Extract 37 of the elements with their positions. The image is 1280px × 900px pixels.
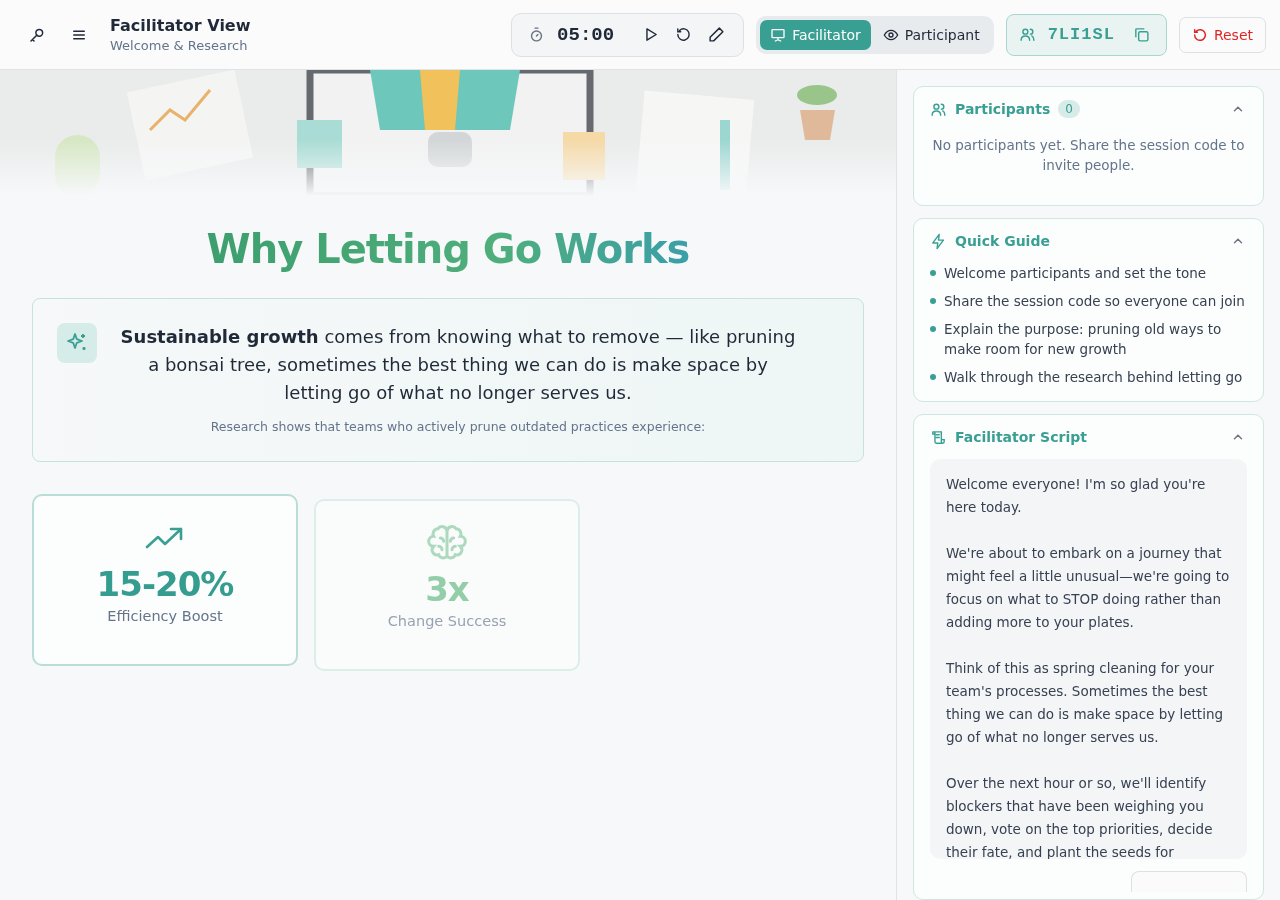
bullet-icon	[930, 270, 936, 276]
users-icon	[930, 100, 947, 118]
timer-display: 05:00	[557, 23, 615, 46]
stat-value: 3x	[425, 569, 469, 609]
mode-tab[interactable]: Facilitator	[760, 19, 871, 50]
sparkles-icon	[57, 323, 97, 363]
guide-item: Share the session code so everyone can join	[944, 292, 1245, 311]
intro-text: Sustainable growth comes from knowing what to remove — like pruning a bonsai tree, sometimes the best thing we can do is make space by letting go of what no longer serves us.	[119, 325, 797, 405]
stat-label: Change Success	[387, 613, 507, 629]
script-paragraph: Welcome everyone! I'm so glad you're here today.	[946, 475, 1207, 517]
card-title: Participants	[955, 101, 1051, 117]
mode-tab[interactable]: Participant	[872, 19, 990, 50]
bullet-icon	[930, 298, 936, 304]
reset-button[interactable]: Reset	[1178, 16, 1266, 53]
scroll-icon	[930, 428, 947, 446]
count-badge: 0	[1058, 100, 1080, 118]
card-title: Facilitator Script	[955, 429, 1087, 445]
stat-label: Efficiency Boost	[107, 608, 223, 624]
stat-value: 15-20%	[96, 564, 234, 604]
users-icon	[1018, 26, 1036, 43]
guide-item: Welcome participants and set the tone	[944, 264, 1207, 283]
empty-message: No participants yet. Share the session code to invite people.	[931, 136, 1246, 175]
script-paragraph: Over the next hour or so, we'll identify blockers that have been weighing you down, vote on the top priorities, decide their fate, and plant the seeds for	[946, 774, 1214, 859]
script-paragraph: We're about to embark on a journey that might feel a little unusual—we're going to focus on what to STOP doing rather than adding more to your plates.	[946, 544, 1231, 632]
page-title: Facilitator View	[110, 16, 252, 35]
guide-item: Walk through the research behind letting go	[944, 368, 1243, 387]
bullet-icon	[930, 326, 936, 332]
reset-icon	[1191, 26, 1208, 43]
bullet-icon	[930, 374, 936, 380]
page-subtitle: Welcome & Research	[110, 38, 249, 53]
guide-item: Explain the purpose: pruning old ways to make room for new growth	[944, 320, 1223, 359]
script-paragraph: Think of this as spring cleaning for your team's processes. Sometimes the best thing we can do is make space by letting go of what no longer serves us.	[946, 659, 1224, 747]
intro-note: Research shows that teams who actively prune outdated practices experience:	[209, 419, 707, 434]
presentation-icon	[770, 26, 787, 43]
session-code: 7LI1SL	[1047, 25, 1115, 44]
card-title: Quick Guide	[955, 233, 1050, 249]
lightning-icon	[930, 232, 947, 250]
